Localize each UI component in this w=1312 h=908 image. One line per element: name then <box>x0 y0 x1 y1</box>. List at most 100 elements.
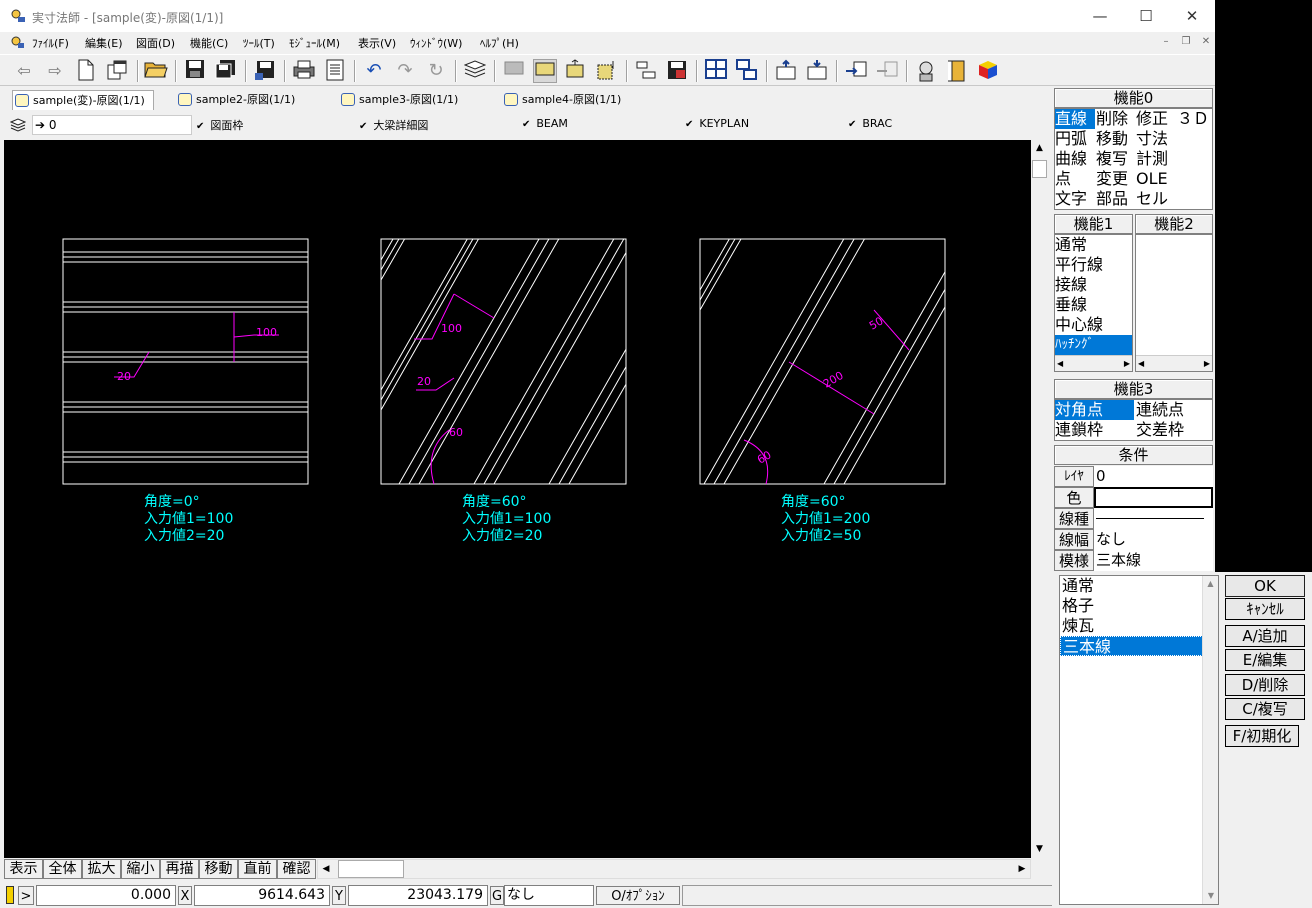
open-folder-icon[interactable] <box>144 59 168 83</box>
menu-function[interactable]: 機能(C) <box>190 35 228 51</box>
kino1-perpendicular[interactable]: 垂線 <box>1055 295 1087 315</box>
window-tile-icon[interactable] <box>735 59 759 83</box>
mdi-minimize-button[interactable]: – <box>1158 35 1174 49</box>
kino1-parallel[interactable]: 平行線 <box>1055 255 1103 275</box>
pattern-item[interactable]: 格子 <box>1060 596 1218 616</box>
pattern-item[interactable]: 煉瓦 <box>1060 616 1218 636</box>
export-up-icon[interactable] <box>774 59 798 83</box>
menu-tools[interactable]: ﾂｰﾙ(T) <box>243 35 275 51</box>
layer-item[interactable]: ✔ BRAC <box>848 117 892 130</box>
kino3-cross-frame[interactable]: 交差枠 <box>1136 420 1184 440</box>
scroll-thumb[interactable] <box>1032 160 1047 178</box>
maximize-button[interactable]: ☐ <box>1123 0 1169 32</box>
menu-help[interactable]: ﾍﾙﾌﾟ(H) <box>480 35 519 51</box>
ok-button[interactable]: OK <box>1225 575 1305 597</box>
hatch-fill-icon[interactable] <box>533 59 557 83</box>
menu-window[interactable]: ｳｨﾝﾄﾞｳ(W) <box>410 35 462 51</box>
layer-icon[interactable] <box>463 59 487 83</box>
option-button[interactable]: O/ｵﾌﾟｼｮﾝ <box>596 886 680 905</box>
layer-label[interactable]: ﾚｲﾔ <box>1054 466 1094 487</box>
kino0-part[interactable]: 部品 <box>1096 189 1128 209</box>
layer-value[interactable]: 0 <box>1094 466 1213 487</box>
layer-stack-icon[interactable] <box>9 117 28 133</box>
save-all-icon[interactable] <box>214 59 238 83</box>
new-window-icon[interactable] <box>105 59 129 83</box>
menu-drawing[interactable]: 図面(D) <box>136 35 175 51</box>
scroll-down-icon[interactable]: ▼ <box>1203 888 1219 904</box>
kino0-line[interactable]: 直線 <box>1055 109 1095 129</box>
pattern-item[interactable]: 通常 <box>1060 576 1218 596</box>
tab-sample2[interactable]: sample2-原図(1/1) <box>176 90 295 110</box>
tab-sample3[interactable]: sample3-原図(1/1) <box>339 90 458 110</box>
kino0-copy[interactable]: 複写 <box>1096 149 1128 169</box>
kino0-delete[interactable]: 削除 <box>1096 109 1128 129</box>
scroll-left-icon[interactable]: ◀ <box>318 860 334 878</box>
kino3-chain-frame[interactable]: 連鎖枠 <box>1055 420 1103 440</box>
kino1-hatching[interactable]: ﾊｯﾁﾝｸﾞ <box>1055 335 1132 355</box>
pattern-item-selected[interactable]: 三本線 <box>1060 636 1203 656</box>
kino1-tangent[interactable]: 接線 <box>1055 275 1087 295</box>
print-icon[interactable] <box>292 59 316 83</box>
align-icon[interactable] <box>634 59 658 83</box>
kino0-change[interactable]: 変更 <box>1096 169 1128 189</box>
kino0-dimension[interactable]: 寸法 <box>1136 129 1168 149</box>
minimize-button[interactable]: — <box>1077 0 1123 32</box>
undo-icon[interactable]: ↶ <box>362 59 386 83</box>
prev-value-field[interactable]: 0.000 <box>36 885 176 906</box>
kino0-arc[interactable]: 円弧 <box>1055 129 1087 149</box>
menu-file[interactable]: ﾌｧｲﾙ(F) <box>32 35 69 51</box>
linetype-value[interactable] <box>1094 508 1213 529</box>
exit-door-icon[interactable] <box>945 59 969 83</box>
kino0-curve[interactable]: 曲線 <box>1055 149 1087 169</box>
menu-edit[interactable]: 編集(E) <box>85 35 123 51</box>
save-icon[interactable] <box>183 59 207 83</box>
grid-snap-field[interactable]: なし <box>504 885 594 906</box>
menu-module[interactable]: ﾓｼﾞｭｰﾙ(M) <box>289 35 340 51</box>
horizontal-scrollbar[interactable]: ◀ ▶ <box>317 859 1031 879</box>
edit-button[interactable]: E/編集 <box>1225 649 1305 671</box>
x-coordinate-field[interactable]: 9614.643 <box>194 885 330 906</box>
redraw-button[interactable]: 再描 <box>160 859 199 879</box>
scroll-up-icon[interactable]: ▲ <box>1203 576 1218 592</box>
forward-icon[interactable]: ⇨ <box>43 59 67 83</box>
save-image-icon[interactable] <box>665 59 689 83</box>
hatch-edit-icon[interactable] <box>595 59 619 83</box>
zoom-out-button[interactable]: 縮小 <box>121 859 160 879</box>
delete-button[interactable]: D/削除 <box>1225 674 1305 696</box>
kino0-cell[interactable]: セル <box>1136 189 1168 209</box>
copy-button[interactable]: C/複写 <box>1225 698 1305 720</box>
scroll-left-icon[interactable]: ◀ <box>1057 359 1063 368</box>
current-layer-field[interactable]: ➔ 0 <box>32 115 192 135</box>
kino1-hscroll[interactable]: ◀ ▶ <box>1055 355 1132 371</box>
scroll-left-icon[interactable]: ◀ <box>1138 359 1144 368</box>
pattern-list-scrollbar[interactable]: ▲ ▼ <box>1202 576 1218 904</box>
kino2-hscroll[interactable]: ◀ ▶ <box>1136 355 1212 371</box>
repeat-icon[interactable]: ↻ <box>424 59 448 83</box>
save-as-icon[interactable] <box>253 59 277 83</box>
kino0-modify[interactable]: 修正 <box>1136 109 1168 129</box>
kino0-text[interactable]: 文字 <box>1055 189 1087 209</box>
redo-icon[interactable]: ↷ <box>393 59 417 83</box>
menu-view[interactable]: 表示(V) <box>358 35 396 51</box>
layer-item[interactable]: ✔ 大梁詳細図 <box>359 117 428 133</box>
vertical-scrollbar[interactable]: ▲ ▼ <box>1031 140 1048 858</box>
close-button[interactable]: ✕ <box>1169 0 1215 32</box>
support-icon[interactable] <box>914 59 938 83</box>
kino3-continuous[interactable]: 連続点 <box>1136 400 1184 420</box>
layer-item[interactable]: ✔ BEAM <box>522 117 568 130</box>
color-label[interactable]: 色 <box>1054 487 1094 508</box>
kino3-diagonal[interactable]: 対角点 <box>1055 400 1134 420</box>
prev-arrow-icon[interactable]: > <box>18 886 34 905</box>
fit-all-button[interactable]: 全体 <box>43 859 82 879</box>
initialize-button[interactable]: F/初期化 <box>1225 725 1299 747</box>
drawing-canvas[interactable]: 100 20 100 20 60 50 200 60 角度=0° 入力値1=10… <box>4 140 1033 858</box>
pattern-value[interactable]: 三本線 <box>1094 550 1213 571</box>
color-swatch[interactable] <box>1094 487 1213 508</box>
hatch-disabled-icon[interactable] <box>502 59 526 83</box>
kino0-point[interactable]: 点 <box>1055 169 1071 189</box>
linewidth-label[interactable]: 線幅 <box>1054 529 1094 550</box>
transfer-icon[interactable] <box>844 59 868 83</box>
layer-item[interactable]: ✔ 図面枠 <box>196 117 243 133</box>
import-down-icon[interactable] <box>805 59 829 83</box>
y-coordinate-field[interactable]: 23043.179 <box>348 885 488 906</box>
